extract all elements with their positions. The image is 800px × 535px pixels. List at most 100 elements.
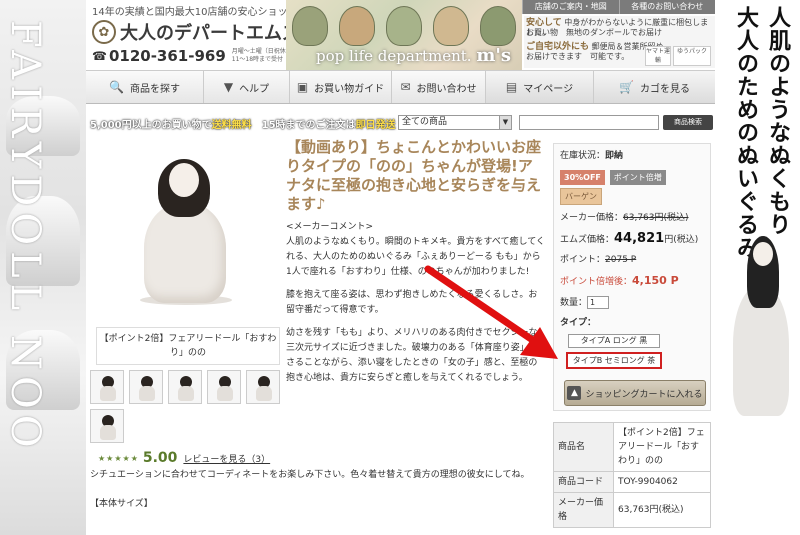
header-links: 店舗のご案内・地図 各種のお問い合わせ	[522, 0, 715, 14]
product-rating: ★★★★★ 5.00 レビューを見る（3）	[98, 450, 270, 466]
type-row: タイプ： タイプA ロング 黒 タイプB セミロング 茶	[560, 317, 704, 369]
right-side-banner[interactable]: 人肌のようなぬくもり 大人のためのぬいぐるみ	[715, 0, 800, 535]
product-thumbnail[interactable]	[90, 409, 124, 443]
banner-copy-line2: 大人のためのぬいぐるみ	[733, 6, 759, 259]
character-art	[291, 6, 328, 46]
search-input[interactable]	[519, 115, 659, 130]
banner-brand-text: FAIRYDOLL NOO	[2, 20, 48, 454]
discount-badge: 30%OFF	[560, 170, 605, 185]
yupack-badge: ゆうパック	[673, 46, 711, 66]
product-main-image[interactable]	[96, 143, 280, 319]
rating-score: 5.00	[142, 450, 178, 466]
promo-search-bar: 5,000円以上のお買い物で送料無料 15時までのご注文は即日発送 全ての商品 …	[86, 113, 715, 133]
banner-copy-line1: 人肌のようなぬくもり	[765, 6, 791, 236]
category-select[interactable]: 全ての商品 ▼	[398, 115, 512, 130]
phone-icon: ☎	[92, 49, 107, 63]
nav-help[interactable]: ▼ ヘルプ	[204, 71, 290, 103]
quantity-row: 数量： 1	[560, 296, 704, 310]
info-discreet-2: お買い物 無地のダンボールでお届け	[526, 28, 662, 37]
point-badge: ポイント倍増	[609, 170, 666, 185]
stock-status: 在庫状況：即納	[560, 151, 624, 161]
guide-icon: ▣	[296, 80, 309, 94]
spec-value: 63,763円(税込)	[613, 492, 711, 528]
type-option-b[interactable]: タイプB セミロング 茶	[566, 352, 662, 369]
quantity-select[interactable]: 1	[587, 296, 610, 309]
category-value: 全ての商品	[402, 117, 448, 127]
nav-cart[interactable]: 🛒 カゴを見る	[594, 71, 715, 103]
product-image-caption: 【ポイント2倍】フェアリードール「おすわり」のの	[96, 327, 280, 365]
store-info-link[interactable]: 店舗のご案内・地図	[522, 0, 619, 14]
table-row: 商品コード TOY-9904062	[553, 471, 711, 493]
spec-key: 商品名	[553, 422, 614, 472]
nav-label: マイページ	[523, 83, 574, 95]
annotation-arrow-icon	[424, 265, 558, 359]
ms-price: エムズ価格：44,821円(税込)	[560, 231, 699, 246]
nav-contact[interactable]: ✉ お問い合わせ	[392, 71, 486, 103]
product-thumbnail[interactable]	[90, 370, 124, 404]
product-thumbnail[interactable]	[168, 370, 202, 404]
nav-label: ヘルプ	[239, 83, 270, 95]
yamato-badge: ヤマト運輸	[645, 46, 671, 66]
site-header: 14年の実績と国内最大10店舗の安心ショップ ✿ 大人のデパートエムズ ☎ 01…	[86, 0, 715, 70]
banner-doll-image	[723, 236, 793, 436]
product-thumbnail[interactable]	[207, 370, 241, 404]
product-thumbnails	[90, 370, 290, 443]
help-icon: ▼	[223, 80, 234, 94]
character-art	[433, 6, 470, 46]
nav-label: カゴを見る	[639, 83, 690, 95]
cart-button-label: ショッピングカートに入れる	[585, 389, 703, 400]
spec-key: メーカー価格	[553, 492, 614, 528]
info-pickup: ご自宅以外にも 郵便局＆営業所留め	[526, 42, 664, 52]
table-row: 商品名 【ポイント2倍】フェアリードール「おすわり」のの	[553, 422, 711, 472]
info-pickup-2: お届けできます 可能です。	[526, 52, 630, 61]
maker-comment-label: <メーカーコメント>	[286, 222, 374, 232]
points-doubled: ポイント倍増後：4,150 P	[560, 274, 679, 287]
purchase-panel: 在庫状況：即納 30%OFF ポイント倍増 バーゲン メーカー価格：63,763…	[553, 143, 711, 411]
nav-search-products[interactable]: 🔍 商品を探す	[86, 71, 204, 103]
mail-icon: ✉	[400, 80, 411, 94]
chevron-down-icon: ▼	[499, 116, 511, 129]
search-button[interactable]: 商品検索	[663, 115, 713, 130]
character-art	[480, 6, 517, 46]
product-thumbnail[interactable]	[129, 370, 163, 404]
spec-value: TOY-9904062	[613, 471, 711, 493]
table-row: メーカー価格 63,763円(税込)	[553, 492, 711, 528]
nav-label: 商品を探す	[129, 83, 180, 95]
header-art-title: pop life department. m's	[316, 45, 512, 66]
nav-label: お問い合わせ	[416, 83, 477, 95]
mypage-icon: ▤	[505, 80, 518, 94]
spec-value: 【ポイント2倍】フェアリードール「おすわり」のの	[613, 422, 711, 472]
nav-label: お買い物ガイド	[314, 83, 385, 95]
character-art	[338, 6, 375, 46]
badges: 30%OFF ポイント倍増 バーゲン	[560, 170, 704, 205]
type-option-a[interactable]: タイプA ロング 黒	[568, 334, 660, 348]
description-paragraph: シチュエーションに合わせてコーディネートをお楽しみ下さい。色々着せ替えて貴方の理…	[90, 470, 530, 480]
inquiry-link[interactable]: 各種のお問い合わせ	[618, 0, 715, 14]
promo-text: 5,000円以上のお買い物で送料無料 15時までのご注文は即日発送	[90, 120, 396, 131]
product-title: 【動画あり】ちょこんとかわいいお座りタイプの「のの」ちゃんが登場!アナタに至極の…	[286, 138, 542, 213]
left-side-banner[interactable]: FAIRYDOLL NOO	[0, 0, 86, 535]
review-link[interactable]: レビューを見る（3）	[183, 452, 270, 465]
nav-mypage[interactable]: ▤ マイページ	[486, 71, 594, 103]
main-nav: 🔍 商品を探す ▼ ヘルプ ▣ お買い物ガイド ✉ お問い合わせ ▤ マイページ…	[86, 70, 715, 104]
star-rating-icon: ★★★★★	[98, 453, 139, 463]
header-banner-art[interactable]: pop life department. m's	[286, 0, 522, 70]
cart-icon: ▲	[567, 386, 582, 400]
bargain-badge: バーゲン	[560, 188, 602, 205]
search-icon: 🔍	[109, 80, 124, 94]
header-info-panel: 安心して 中身がわからないように厳重に梱包しました。 お買い物 無地のダンボール…	[524, 16, 715, 68]
phone-hours: 月曜～土曜（日祝休）11～18時まで受付	[231, 48, 292, 63]
product-description-wide: シチュエーションに合わせてコーディネートをお楽しみ下さい。色々着せ替えて貴方の理…	[90, 468, 546, 526]
logo-text: 大人のデパートエムズ	[120, 23, 300, 44]
spec-key: 商品コード	[553, 471, 614, 493]
cart-icon: 🛒	[619, 80, 634, 94]
size-label: 【本体サイズ】	[90, 499, 153, 509]
phone-number: 0120-361-969	[108, 47, 226, 65]
add-to-cart-button[interactable]: ▲ ショッピングカートに入れる	[564, 380, 706, 406]
header-tagline: 14年の実績と国内最大10店舗の安心ショップ	[92, 7, 298, 18]
site-logo[interactable]: ✿ 大人のデパートエムズ	[92, 19, 300, 45]
points: ポイント：2075 P	[560, 255, 637, 265]
product-thumbnail[interactable]	[246, 370, 280, 404]
nav-shopping-guide[interactable]: ▣ お買い物ガイド	[290, 71, 392, 103]
spec-table: 商品名 【ポイント2倍】フェアリードール「おすわり」のの 商品コード TOY-9…	[553, 422, 711, 528]
